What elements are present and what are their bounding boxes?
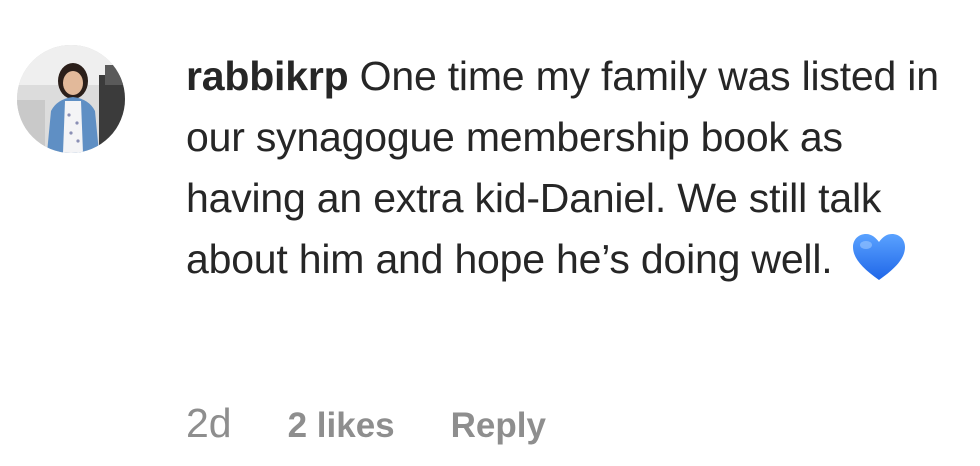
reply-button[interactable]: Reply xyxy=(451,406,546,446)
comment: rabbikrp One time my family was listed i… xyxy=(0,0,980,466)
comment-time: 2d xyxy=(186,400,232,446)
blue-heart-icon xyxy=(852,233,906,283)
avatar-photo xyxy=(17,45,125,153)
avatar[interactable] xyxy=(17,45,125,153)
username-link[interactable]: rabbikrp xyxy=(186,53,349,99)
likes-link[interactable]: 2 likes xyxy=(288,406,395,446)
comment-meta: 2d 2 likes Reply xyxy=(186,400,546,460)
comment-body: rabbikrp One time my family was listed i… xyxy=(186,46,956,290)
